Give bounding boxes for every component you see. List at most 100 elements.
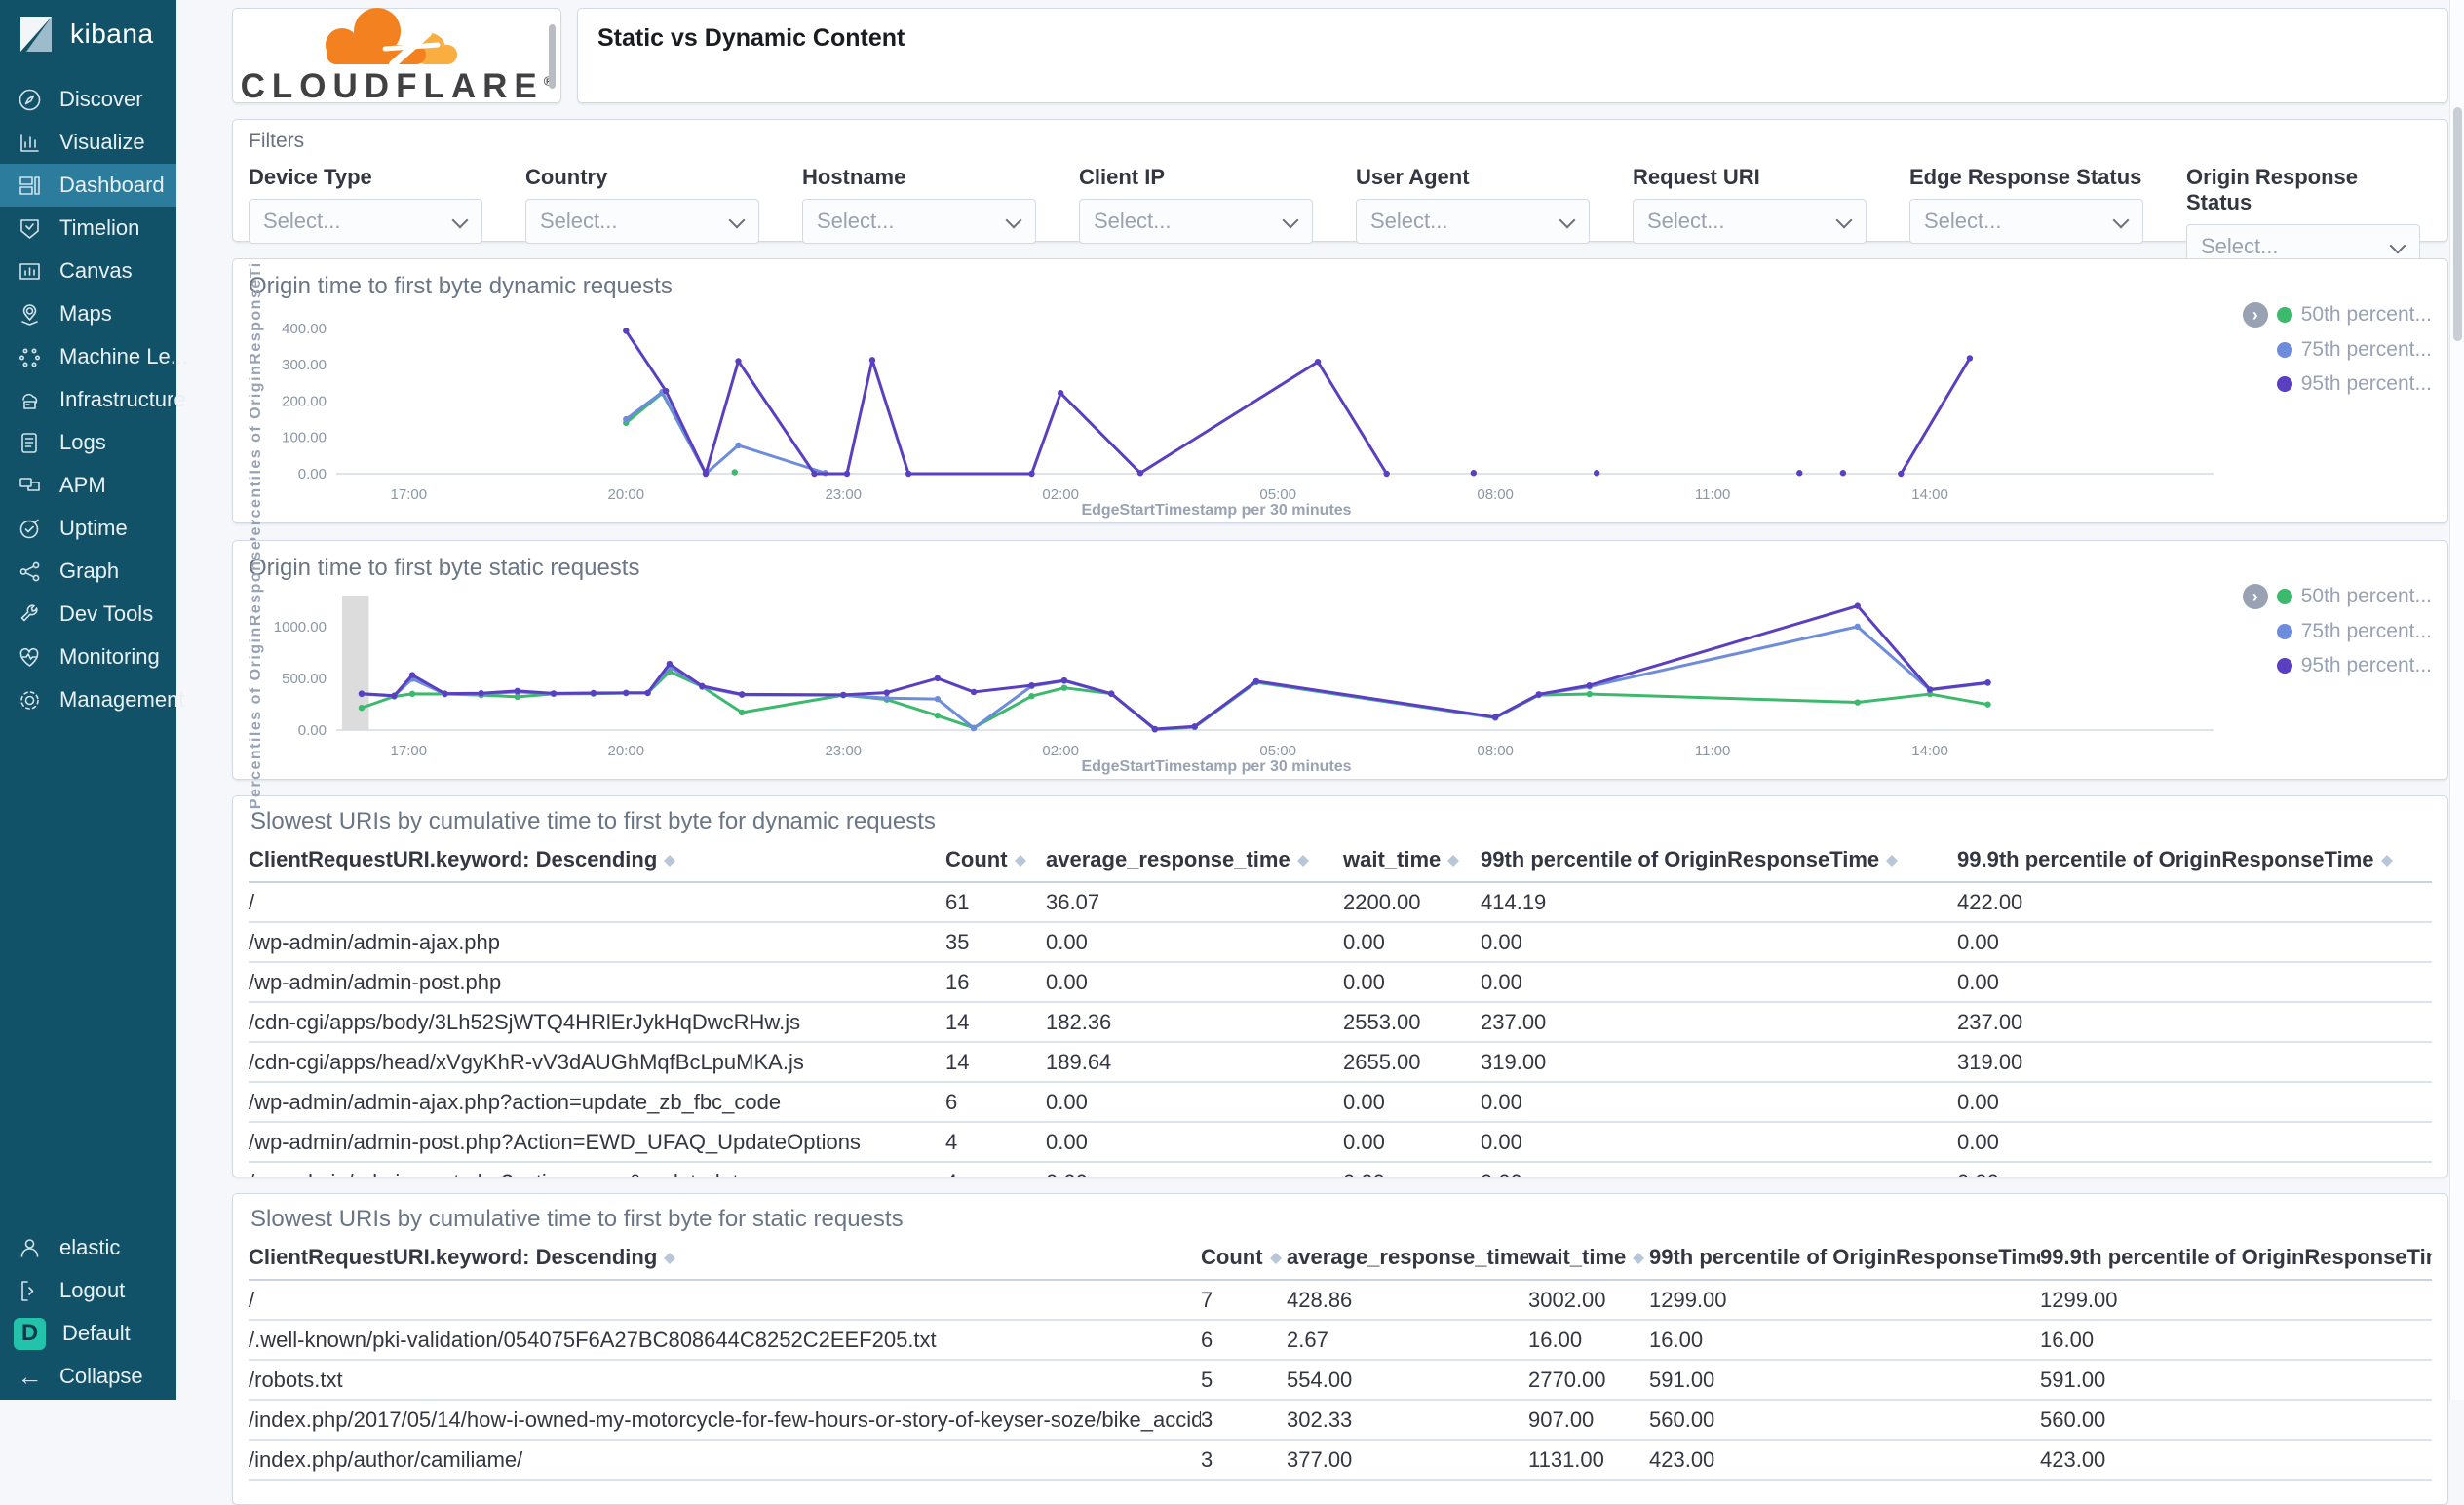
filter-device-type: Device Type Select... [249,165,482,269]
sort-icon[interactable] [664,1247,677,1270]
sidebar-item-dashboard[interactable]: Dashboard [0,164,176,207]
legend-expand-icon[interactable]: › [2242,302,2268,328]
sort-icon[interactable] [1633,1247,1646,1270]
device-type-select[interactable]: Select... [249,199,482,244]
column-header[interactable]: ClientRequestURI.keyword: Descending [249,1235,1201,1282]
table-row: /7 428.86 3002.00 1299.00 1299.00 [249,1280,2432,1322]
data-point [1854,623,1861,631]
data-point [905,470,912,478]
series-line [361,604,1988,731]
legend-expand-icon[interactable]: › [2242,584,2268,609]
data-point [1796,470,1803,477]
sidebar-item-infrastructure[interactable]: Infrastructure [0,378,186,421]
x-axis-tick: 11:00 [1695,743,1730,759]
data-point [1984,678,1991,686]
table-cell: /cdn-cgi/apps/head/xVgyKhR-vV3dAUGhMqfBc… [249,1042,945,1084]
sidebar-item-monitoring[interactable]: Monitoring [0,636,176,678]
column-header[interactable]: average_response_time [1287,1235,1528,1282]
data-point [662,387,670,395]
sidebar-item-machine-learning[interactable]: Machine Le... [0,335,188,378]
sidebar-item-default-space[interactable]: D Default [0,1312,176,1355]
sort-icon[interactable] [2380,849,2395,872]
canvas-frame-icon [17,258,43,285]
sidebar-item-discover[interactable]: Discover [0,78,176,121]
data-point [478,690,484,697]
column-header[interactable]: wait_time [1528,1235,1649,1282]
sidebar-item-apm[interactable]: APM [0,464,176,507]
request-uri-select[interactable]: Select... [1633,199,1867,244]
column-header[interactable]: Count [945,837,1046,884]
table-cell: 16.00 [1528,1320,1649,1362]
chevron-down-icon [1282,212,1299,229]
sidebar-item-canvas[interactable]: Canvas [0,250,176,292]
column-header[interactable]: wait_time [1343,837,1481,884]
data-point [442,690,448,697]
table-cell: 560.00 [1649,1400,2040,1442]
column-header[interactable]: ClientRequestURI.keyword: Descending [249,837,945,884]
sort-icon[interactable] [1014,849,1028,872]
column-header[interactable]: 99th percentile of OriginResponseTime [1481,837,1957,884]
sidebar-item-visualize[interactable]: Visualize [0,121,176,164]
sidebar-item-logout[interactable]: Logout [0,1269,176,1312]
panel-scrollbar-thumb[interactable] [549,24,556,89]
sidebar-item-management[interactable]: Management [0,678,184,721]
data-point [1383,470,1390,478]
series-line [625,391,708,474]
table-cell: 0.00 [1957,922,2432,964]
kibana-logo[interactable]: kibana [0,0,176,64]
static-requests-chart-panel: Origin time to first byte static request… [232,540,2448,810]
column-header[interactable]: 99.9th percentile of OriginResponseTime [2040,1235,2432,1282]
sort-icon[interactable] [664,849,677,872]
table-cell: 1131.00 [1528,1440,1649,1482]
table-cell: 4 [945,1162,1046,1177]
edge-response-status-select[interactable]: Select... [1909,199,2143,244]
sidebar-item-maps[interactable]: Maps [0,292,176,335]
data-point [1028,470,1035,478]
x-axis-title: EdgeStartTimestamp per 30 minutes [1081,502,1351,519]
sort-icon[interactable] [1296,849,1311,872]
filter-request-uri: Request URI Select... [1633,165,1867,269]
sidebar-item-logs[interactable]: Logs [0,421,176,464]
column-header[interactable]: 99th percentile of OriginResponseTime [1649,1235,2040,1282]
chevron-down-icon [1559,212,1576,229]
country-select[interactable]: Select... [525,199,759,244]
graph-nodes-icon [17,559,43,585]
user-icon [17,1235,43,1261]
column-header[interactable]: 99.9th percentile of OriginResponseTime [1957,837,2432,884]
apm-icon [17,473,43,499]
data-point [1586,681,1593,689]
table-cell: 591.00 [2040,1360,2432,1402]
heart-pulse-icon [17,644,43,671]
sort-icon[interactable] [1886,849,1900,872]
table-cell: 3002.00 [1528,1280,1649,1322]
x-axis-tick: 23:00 [825,743,862,759]
user-agent-select[interactable]: Select... [1356,199,1590,244]
wrench-icon [17,601,43,628]
sort-icon[interactable] [1447,849,1461,872]
page-scrollbar-thumb[interactable] [2453,107,2462,341]
sidebar-item-graph[interactable]: Graph [0,550,176,593]
data-point [934,675,942,682]
legend-dot-95th [2276,658,2292,674]
logout-icon [17,1278,43,1304]
sidebar-item-timelion[interactable]: Timelion [0,207,176,250]
y-axis-tick: 500.00 [282,671,327,687]
sidebar-item-collapse[interactable]: ← Collapse [0,1355,176,1398]
sidebar-item-uptime[interactable]: Uptime [0,507,176,550]
hostname-select[interactable]: Select... [802,199,1036,244]
sidebar-item-dev-tools[interactable]: Dev Tools [0,593,176,636]
table-cell: 2200.00 [1343,882,1481,924]
table-cell: 319.00 [1957,1042,2432,1084]
cloudflare-logo-panel: CLOUDFLARE® [232,7,561,105]
client-ip-select[interactable]: Select... [1079,199,1313,244]
sort-icon[interactable] [1269,1247,1284,1270]
column-header[interactable]: Count [1201,1235,1287,1282]
table-cell: /wp-admin/admin-post.php?Action=EWD_UFAQ… [249,1122,945,1164]
line-chart-dynamic[interactable]: 0.00 100.00 200.00 300.00 400.00 17:00 20:00 23… [274,302,2272,521]
collapse-arrow-icon: ← [17,1361,43,1391]
data-point [1151,725,1159,733]
sidebar-item-elastic-user[interactable]: elastic [0,1226,176,1269]
page-scrollbar[interactable] [2449,0,2464,1400]
line-chart-static[interactable]: 0.00 500.00 1000.00 17:00 20:00 23:00 02:00 05:… [274,584,2272,777]
column-header[interactable]: average_response_time [1046,837,1343,884]
